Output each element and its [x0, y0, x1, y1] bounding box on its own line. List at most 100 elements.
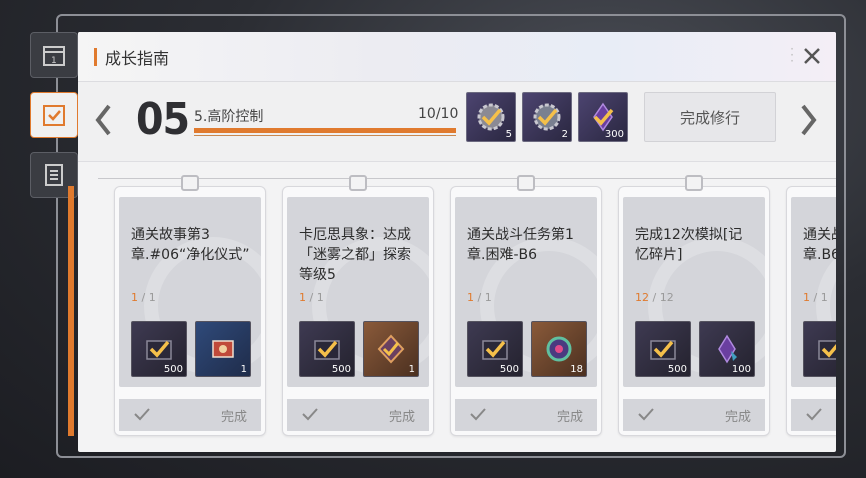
card-body: 通关故事第3章.#06“净化仪式” 1 / 1 500 1 — [119, 197, 261, 387]
task-progress-total: / 1 — [141, 291, 156, 304]
task-progress: 1 / 1 — [299, 291, 324, 304]
task-title: 通关故事第3章.#06“净化仪式” — [131, 227, 250, 263]
task-title: 通关战斗任务第1章.B6 — [803, 227, 836, 263]
card-clip — [517, 175, 535, 191]
card-body: 完成12次模拟[记忆碎片] 12 / 12 500 100 — [623, 197, 765, 387]
progress-underline — [194, 135, 456, 136]
task-title: 通关战斗任务第1章.困难-B6 — [467, 227, 574, 263]
stage-rewards: 5 2 300 — [466, 92, 628, 142]
card-footer: 完成 — [455, 399, 597, 431]
task-progress-total: / 1 — [813, 291, 828, 304]
checklist-icon — [43, 105, 65, 126]
task-rewards — [803, 321, 836, 377]
task-reward[interactable] — [803, 321, 836, 377]
task-progress: 1 / 1 — [803, 291, 828, 304]
chest-icon — [146, 340, 172, 360]
task-card[interactable]: 通关故事第3章.#06“净化仪式” 1 / 1 500 1 完成 — [114, 175, 266, 436]
stage-progress-fill — [194, 128, 456, 133]
task-progress-total: / 12 — [652, 291, 674, 304]
task-rewards: 500 1 — [131, 321, 251, 377]
svg-text:1: 1 — [51, 56, 57, 66]
reward-count: 18 — [570, 364, 583, 375]
check-icon — [301, 406, 319, 425]
chest-icon — [818, 340, 836, 360]
task-status: 完成 — [220, 409, 247, 425]
reward-count: 2 — [561, 129, 568, 140]
task-progress-total: / 1 — [309, 291, 324, 304]
task-rewards: 500 100 — [635, 321, 755, 377]
badge-icon — [377, 334, 405, 364]
task-title: 卡厄思具象：达成「迷雾之都」探索等级5 — [299, 227, 411, 283]
stage-row: 05 5.高阶控制 10/10 5 2 300 完成修行 — [78, 82, 836, 162]
task-progress: 12 / 12 — [635, 291, 674, 304]
gear-badge-icon — [477, 103, 505, 131]
card-body: 通关战斗任务第1章.困难-B6 1 / 1 500 18 — [455, 197, 597, 387]
task-reward[interactable]: 500 — [299, 321, 355, 377]
task-progress: 1 / 1 — [467, 291, 492, 304]
task-card[interactable]: 通关战斗任务第1章.困难-B6 1 / 1 500 18 完成 — [450, 175, 602, 436]
check-icon — [637, 406, 655, 425]
tab-calendar[interactable]: 1 — [30, 32, 78, 78]
chest-icon — [314, 340, 340, 360]
stage-progress-bar — [194, 128, 456, 133]
panel-header: 成长指南 · · · — [78, 32, 836, 82]
task-reward[interactable]: 1 — [195, 321, 251, 377]
reward-count: 500 — [331, 364, 351, 375]
task-reward[interactable]: 500 — [467, 321, 523, 377]
task-progress-total: / 1 — [477, 291, 492, 304]
task-reward[interactable]: 1 — [363, 321, 419, 377]
chest-icon — [650, 340, 676, 360]
stage-name: 5.高阶控制 — [194, 109, 264, 125]
reward-count: 500 — [163, 364, 183, 375]
stage-reward-3[interactable]: 300 — [578, 92, 628, 142]
growth-guide-panel: 成长指南 · · · 05 5.高阶控制 10/10 5 2 300 完成修行 … — [78, 32, 836, 452]
task-status: 完成 — [556, 409, 583, 425]
card-footer: 完成 — [623, 399, 765, 431]
card-clip — [181, 175, 199, 191]
tab-growth-guide[interactable] — [30, 92, 78, 138]
close-button[interactable] — [800, 44, 824, 68]
page-title: 成长指南 — [105, 48, 170, 68]
reward-count: 1 — [408, 364, 415, 375]
reward-count: 500 — [667, 364, 687, 375]
task-progress-current: 1 — [299, 291, 306, 304]
complete-cultivation-button[interactable]: 完成修行 — [644, 92, 776, 142]
task-reward[interactable]: 500 — [131, 321, 187, 377]
task-status: 完成 — [388, 409, 415, 425]
side-tabs: 1 — [30, 32, 78, 212]
task-progress-current: 1 — [803, 291, 810, 304]
card-clip — [349, 175, 367, 191]
task-card[interactable]: 通关战斗任务第1章.B6 1 / 1 完成 — [786, 186, 836, 436]
reward-count: 5 — [505, 129, 512, 140]
reward-count: 500 — [499, 364, 519, 375]
gem-badge-icon — [546, 336, 572, 362]
reward-count: 100 — [731, 364, 751, 375]
check-icon — [133, 406, 151, 425]
notes-icon — [45, 164, 63, 186]
prev-stage-button[interactable] — [90, 100, 116, 140]
chevron-left-icon — [95, 104, 111, 136]
task-card[interactable]: 完成12次模拟[记忆碎片] 12 / 12 500 100 完成 — [618, 175, 770, 436]
card-footer: 完成 — [119, 399, 261, 431]
check-icon — [805, 406, 823, 425]
card-footer: 完成 — [287, 399, 429, 431]
task-card[interactable]: 卡厄思具象：达成「迷雾之都」探索等级5 1 / 1 500 1 完成 — [282, 175, 434, 436]
task-status: 完成 — [724, 409, 751, 425]
task-cards-area: 通关故事第3章.#06“净化仪式” 1 / 1 500 1 完成 卡厄思具象：达… — [78, 162, 836, 452]
task-rewards: 500 1 — [299, 321, 419, 377]
next-stage-button[interactable] — [796, 100, 822, 140]
task-title: 完成12次模拟[记忆碎片] — [635, 227, 743, 263]
task-progress-current: 1 — [131, 291, 138, 304]
task-reward[interactable]: 18 — [531, 321, 587, 377]
task-reward[interactable]: 100 — [699, 321, 755, 377]
stage-reward-2[interactable]: 2 — [522, 92, 572, 142]
stage-reward-1[interactable]: 5 — [466, 92, 516, 142]
card-clip — [685, 175, 703, 191]
stage-progress-text: 10/10 — [418, 106, 459, 122]
task-progress-current: 12 — [635, 291, 649, 304]
stage-number: 05 — [136, 94, 190, 145]
task-reward[interactable]: 500 — [635, 321, 691, 377]
card-rail — [98, 178, 836, 179]
accent-strip — [68, 186, 74, 436]
gear-badge-icon — [533, 103, 561, 131]
